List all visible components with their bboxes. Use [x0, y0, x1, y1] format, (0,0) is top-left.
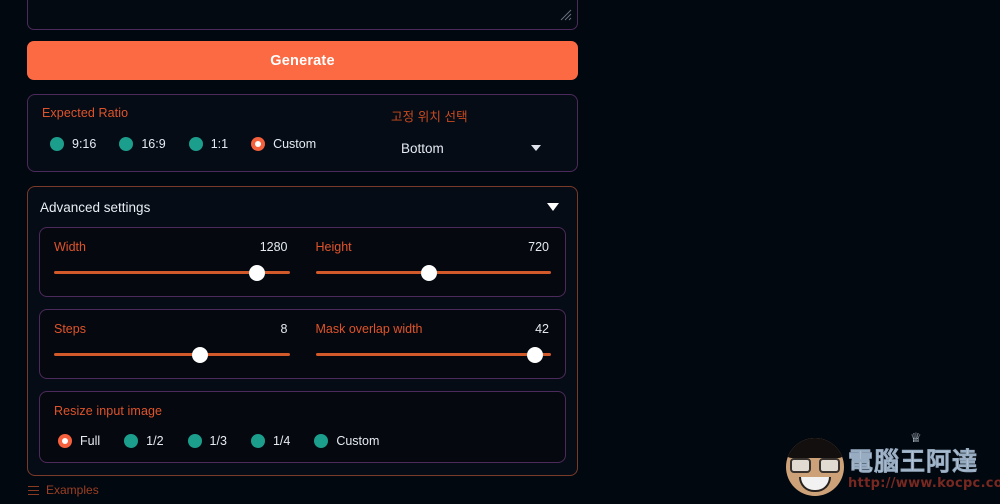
generate-button-label: Generate: [270, 52, 335, 69]
slider-thumb[interactable]: [526, 347, 543, 363]
chevron-down-icon: [531, 145, 541, 151]
resize-input-image-subpanel: Resize input image Full 1/2 1/3 1/4 Cust…: [39, 391, 566, 463]
position-select-value: Bottom: [401, 140, 444, 156]
height-label: Height: [315, 240, 352, 254]
crown-icon: ♕: [910, 430, 922, 445]
steps-subpanel: Steps 8 Mask overlap width 42: [39, 309, 566, 379]
steps-label: Steps: [54, 322, 86, 336]
resize-input-radio-row: Full 1/2 1/3 1/4 Custom: [54, 434, 551, 448]
steps-slider[interactable]: [54, 346, 290, 364]
slider-thumb[interactable]: [248, 265, 265, 281]
slider-thumb[interactable]: [420, 265, 437, 281]
app-root: Generate Expected Ratio 9:16 16:9 1:1 Cu…: [0, 0, 1000, 504]
watermark-avatar-icon: [786, 438, 844, 496]
radio-label: 9:16: [72, 137, 97, 151]
chevron-down-icon[interactable]: [547, 203, 559, 211]
advanced-settings-panel: Advanced settings Width 1280 Height 720 …: [27, 186, 578, 476]
width-label: Width: [54, 240, 86, 254]
width-slider-header: Width 1280: [54, 240, 290, 254]
steps-slider-header: Steps 8: [54, 322, 290, 336]
radio-dot-icon: [250, 434, 265, 448]
generate-button[interactable]: Generate: [27, 41, 578, 80]
position-select-label: 고정 위치 선택: [391, 110, 468, 124]
radio-option-custom-resize[interactable]: Custom: [314, 434, 379, 448]
radio-dot-icon: [124, 434, 139, 448]
steps-slider-row: Steps 8 Mask overlap width 42: [54, 322, 551, 364]
radio-label: Custom: [273, 137, 317, 151]
radio-dot-icon: [119, 137, 134, 151]
mask-overlap-value: 42: [535, 322, 549, 336]
steps-value: 8: [280, 322, 288, 336]
form-column: Generate Expected Ratio 9:16 16:9 1:1 Cu…: [27, 0, 578, 476]
height-slider-group: Height 720: [315, 240, 552, 282]
radio-dot-selected-icon: [251, 137, 266, 151]
advanced-settings-header[interactable]: Advanced settings: [39, 187, 566, 227]
examples-label: Examples: [46, 483, 99, 497]
examples-accordion[interactable]: Examples: [28, 483, 99, 497]
mask-overlap-slider-group: Mask overlap width 42: [315, 322, 552, 364]
slider-thumb[interactable]: [192, 347, 208, 363]
textarea-resize-grip-icon[interactable]: [560, 9, 572, 21]
radio-dot-icon: [188, 137, 203, 151]
expected-ratio-label: Expected Ratio: [42, 106, 129, 120]
radio-option-one-half[interactable]: 1/2: [124, 434, 164, 448]
radio-dot-icon: [187, 434, 202, 448]
radio-label: 1/2: [146, 434, 164, 448]
radio-label: 16:9: [141, 137, 166, 151]
mask-overlap-label: Mask overlap width: [315, 322, 423, 336]
width-slider[interactable]: [54, 264, 290, 282]
height-slider[interactable]: [315, 264, 551, 282]
radio-option-full[interactable]: Full: [58, 434, 100, 448]
advanced-settings-title: Advanced settings: [40, 199, 151, 215]
slider-track: [315, 353, 551, 356]
steps-slider-group: Steps 8: [54, 322, 290, 364]
radio-dot-icon: [50, 137, 64, 151]
prompt-textarea[interactable]: [27, 0, 578, 30]
expected-ratio-radio-row: 9:16 16:9 1:1 Custom: [42, 137, 387, 151]
radio-label: 1/4: [272, 434, 291, 448]
dimension-slider-row: Width 1280 Height 720: [54, 240, 551, 282]
slider-track: [54, 353, 290, 356]
height-value: 720: [528, 240, 549, 254]
watermark: ♕ 電腦王阿達 http://www.kocpc.com.tw: [782, 428, 1000, 500]
radio-label: 1/3: [209, 434, 227, 448]
resize-input-image-label: Resize input image: [54, 404, 163, 418]
radio-option-one-third[interactable]: 1/3: [187, 434, 227, 448]
expected-ratio-panel: Expected Ratio 9:16 16:9 1:1 Custom 고정 위…: [27, 94, 578, 172]
mask-overlap-slider-header: Mask overlap width 42: [316, 322, 552, 336]
radio-option-custom[interactable]: Custom: [251, 137, 316, 151]
radio-label: Full: [80, 434, 101, 448]
watermark-url: http://www.kocpc.com.tw: [848, 476, 1000, 491]
position-select-group: 고정 위치 선택 Bottom: [387, 106, 563, 171]
width-slider-group: Width 1280: [54, 240, 290, 282]
expected-ratio-group: Expected Ratio 9:16 16:9 1:1 Custom: [42, 106, 387, 171]
mask-overlap-slider[interactable]: [315, 346, 551, 364]
width-value: 1280: [259, 240, 288, 254]
position-select-dropdown[interactable]: Bottom: [397, 136, 547, 160]
list-icon: [28, 485, 39, 495]
watermark-title: 電腦王阿達: [848, 447, 979, 477]
radio-option-one-quarter[interactable]: 1/4: [250, 434, 291, 448]
height-slider-header: Height 720: [316, 240, 552, 254]
radio-label: 1:1: [210, 137, 229, 151]
radio-dot-icon: [314, 434, 329, 448]
radio-dot-selected-icon: [58, 434, 72, 448]
dimensions-subpanel: Width 1280 Height 720: [39, 227, 566, 297]
radio-label: Custom: [336, 434, 380, 448]
radio-option-9-16[interactable]: 9:16: [50, 137, 96, 151]
radio-option-16-9[interactable]: 16:9: [119, 137, 166, 151]
radio-option-1-1[interactable]: 1:1: [188, 137, 229, 151]
